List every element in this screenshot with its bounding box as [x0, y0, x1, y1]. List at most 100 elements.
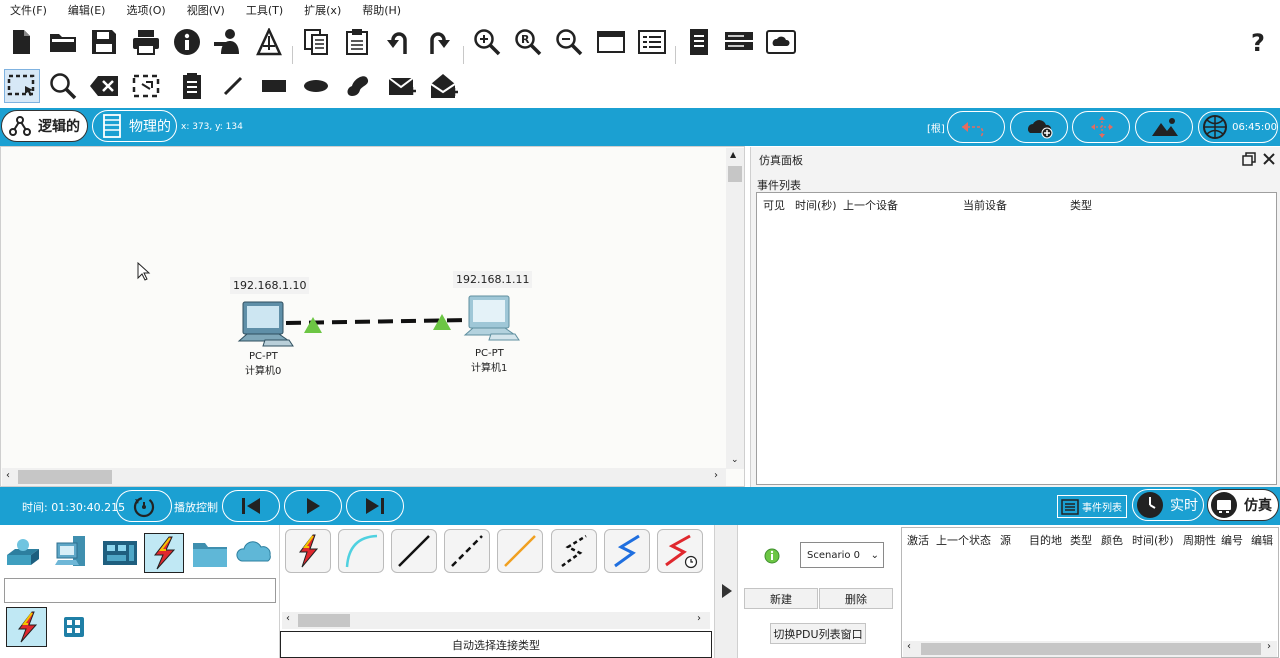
fiber-cable-button[interactable]	[497, 529, 543, 573]
end-devices-category-icon[interactable]	[53, 533, 93, 573]
cluster-button[interactable]	[1010, 111, 1068, 143]
delete-icon[interactable]	[89, 71, 119, 101]
resize-icon[interactable]	[131, 71, 161, 101]
note-icon[interactable]	[177, 71, 207, 101]
crossover-cable-button[interactable]	[444, 529, 490, 573]
redo-icon[interactable]	[424, 27, 454, 57]
network-devices-category-icon[interactable]	[4, 533, 44, 573]
inspect-icon[interactable]	[48, 71, 78, 101]
simulation-mode-tab[interactable]: 仿真	[1207, 489, 1279, 521]
scroll-down-icon[interactable]: ⌄	[731, 455, 739, 465]
scroll-up-icon[interactable]: ▲	[730, 150, 736, 159]
realtime-mode-tab[interactable]: 实时	[1132, 489, 1204, 521]
open-folder-icon[interactable]	[48, 27, 78, 57]
back-button[interactable]	[947, 111, 1005, 143]
pc0-device[interactable]	[235, 301, 295, 351]
pdu-hscrollbar[interactable]: ‹ ›	[903, 641, 1277, 657]
undo-icon[interactable]	[383, 27, 413, 57]
canvas-vertical-scrollbar[interactable]: ▲ ⌄	[726, 148, 744, 469]
activity-wizard-icon[interactable]	[213, 27, 243, 57]
close-icon[interactable]	[1262, 152, 1276, 166]
misc-category-icon[interactable]	[190, 533, 230, 573]
hscroll-thumb[interactable]	[921, 643, 1261, 655]
svg-text:?: ?	[1251, 29, 1265, 56]
info-icon[interactable]	[172, 27, 202, 57]
zoom-reset-icon[interactable]: R	[513, 27, 543, 57]
multiuser-category-icon[interactable]	[236, 533, 276, 573]
grid-view-icon[interactable]	[62, 615, 86, 639]
logical-workspace[interactable]: 192.168.1.10 192.168.1.11 PC-PT 计算机0 PC-…	[0, 146, 745, 487]
scroll-right-icon[interactable]: ›	[714, 470, 718, 481]
window-icon[interactable]	[596, 27, 626, 57]
print-icon[interactable]	[131, 27, 161, 57]
scroll-left-icon[interactable]: ‹	[6, 470, 10, 481]
scroll-left-icon[interactable]: ‹	[907, 641, 911, 652]
paste-icon[interactable]	[342, 27, 372, 57]
hscroll-thumb[interactable]	[298, 614, 350, 627]
line-icon[interactable]	[218, 71, 248, 101]
device-template-icon[interactable]	[724, 27, 754, 57]
canvas-horizontal-scrollbar[interactable]: ‹ ›	[2, 468, 726, 486]
background-button[interactable]	[1135, 111, 1193, 143]
rectangle-icon[interactable]	[259, 71, 289, 101]
move-object-button[interactable]	[1072, 111, 1130, 143]
console-cable-button[interactable]	[338, 529, 384, 573]
delete-scenario-button[interactable]: 删除	[819, 588, 893, 609]
cloud-screen-icon[interactable]	[766, 27, 796, 57]
step-back-button[interactable]	[222, 490, 280, 522]
panel-divider[interactable]	[714, 525, 738, 658]
straight-through-cable-button[interactable]	[391, 529, 437, 573]
serial-dce-cable-button[interactable]	[657, 529, 703, 573]
save-icon[interactable]	[89, 27, 119, 57]
menu-file[interactable]: 文件(F)	[10, 2, 47, 18]
simple-pdu-icon[interactable]	[388, 71, 418, 101]
reset-time-button[interactable]	[116, 490, 172, 522]
new-scenario-button[interactable]: 新建	[744, 588, 818, 609]
menu-help[interactable]: 帮助(H)	[362, 2, 401, 18]
event-list-table[interactable]: 可见 时间(秒) 上一个设备 当前设备 类型	[756, 192, 1277, 485]
event-list-toggle[interactable]: 事件列表	[1057, 495, 1127, 518]
simulation-stopwatch-icon	[1211, 492, 1237, 518]
scenario-select[interactable]: Scenario 0 ⌄	[800, 542, 884, 568]
coaxial-cable-button[interactable]	[604, 529, 650, 573]
phone-cable-button[interactable]	[551, 529, 597, 573]
scroll-right-icon[interactable]: ›	[1267, 641, 1271, 652]
pc1-device[interactable]	[461, 295, 521, 347]
zoom-in-icon[interactable]	[472, 27, 502, 57]
menu-options[interactable]: 选项(O)	[126, 2, 165, 18]
toggle-pdu-list-button[interactable]: 切换PDU列表窗口	[770, 623, 866, 644]
auto-connection-button[interactable]	[285, 529, 331, 573]
complex-pdu-icon[interactable]	[430, 71, 460, 101]
play-button[interactable]	[284, 490, 342, 522]
copy-icon[interactable]	[301, 27, 331, 57]
menu-edit[interactable]: 编辑(E)	[68, 2, 106, 18]
connections-hscrollbar[interactable]: ‹ ›	[282, 612, 710, 629]
menu-extensions[interactable]: 扩展(x)	[304, 2, 341, 18]
device-search-input[interactable]	[4, 578, 276, 603]
vscroll-thumb[interactable]	[728, 166, 742, 182]
expand-arrow-icon[interactable]	[721, 583, 733, 599]
hscroll-thumb[interactable]	[18, 470, 112, 484]
viewport-clock[interactable]: 06:45:00	[1198, 111, 1278, 143]
logical-view-tab[interactable]: 逻辑的	[1, 110, 88, 142]
connections-category-icon[interactable]	[144, 533, 184, 573]
notes-icon[interactable]	[684, 27, 714, 57]
scroll-left-icon[interactable]: ‹	[286, 613, 290, 624]
help-icon[interactable]: ?	[1244, 27, 1274, 57]
network-info-icon[interactable]	[254, 27, 284, 57]
zoom-out-icon[interactable]	[554, 27, 584, 57]
scroll-right-icon[interactable]: ›	[697, 613, 701, 624]
components-category-icon[interactable]	[100, 533, 140, 573]
select-icon[interactable]	[4, 69, 40, 103]
physical-view-tab[interactable]: 物理的	[92, 110, 177, 142]
connection-subtype-lightning[interactable]	[6, 607, 47, 647]
restore-window-icon[interactable]	[1242, 152, 1256, 166]
palette-icon[interactable]	[637, 27, 667, 57]
step-forward-button[interactable]	[346, 490, 404, 522]
new-file-icon[interactable]	[6, 27, 36, 57]
menu-tools[interactable]: 工具(T)	[246, 2, 283, 18]
pdu-list-table[interactable]: 激活 上一个状态 源 目的地 类型 颜色 时间(秒) 周期性 编号 编辑 ‹ ›	[901, 527, 1279, 658]
freeform-icon[interactable]	[342, 71, 372, 101]
menu-view[interactable]: 视图(V)	[187, 2, 225, 18]
ellipse-icon[interactable]	[301, 71, 331, 101]
